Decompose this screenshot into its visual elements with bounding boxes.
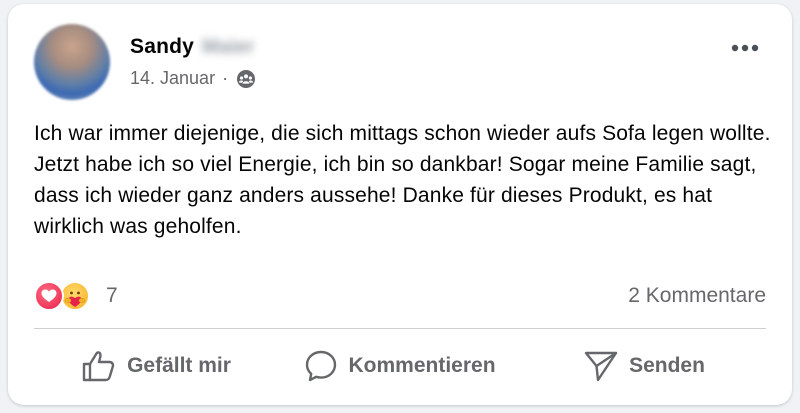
reaction-icons [34,279,98,313]
action-bar: Gefällt mir Kommentieren Senden [34,338,766,394]
more-options-button[interactable] [728,36,762,60]
avatar[interactable] [34,24,110,100]
comments-count-link[interactable]: 2 Kommentare [628,284,766,308]
divider [34,328,766,329]
meta-separator: · [222,68,229,88]
like-button[interactable]: Gefällt mir [34,342,278,390]
author-name[interactable]: Sandy [130,35,194,59]
love-reaction-icon [34,281,64,311]
post-card: Sandy Maier 14. Januar · Ich war immer d… [8,4,792,405]
post-meta: 14. Januar · [130,68,256,89]
like-label: Gefällt mir [127,354,231,377]
send-label: Senden [629,354,705,377]
comment-bubble-icon [306,350,337,382]
care-reaction-icon [60,281,90,311]
friends-icon[interactable] [236,69,256,89]
author-last-name-blurred: Maier [202,35,255,58]
comment-label: Kommentieren [348,354,496,377]
comment-button[interactable]: Kommentieren [278,342,522,390]
more-horizontal-icon [731,44,759,52]
post-text: Ich war immer diejenige, die sich mittag… [34,122,771,238]
reaction-count: 7 [106,284,118,307]
author-row: Sandy Maier [130,35,254,59]
send-icon [584,351,618,382]
post-date[interactable]: 14. Januar [130,68,215,89]
reactions-summary[interactable]: 7 [34,279,118,313]
thumbs-up-icon [82,351,115,382]
send-button[interactable]: Senden [522,342,766,390]
